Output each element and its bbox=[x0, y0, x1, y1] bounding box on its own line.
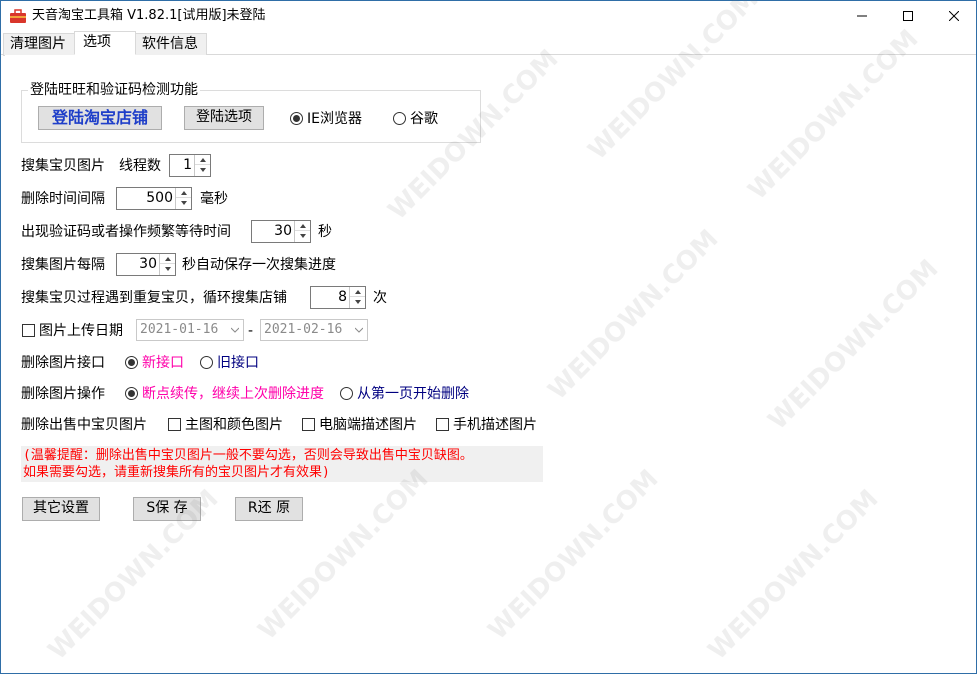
captcha-wait-stepper[interactable]: 30 bbox=[251, 220, 311, 243]
old-api-radio[interactable] bbox=[200, 356, 213, 369]
stepper-up-icon[interactable] bbox=[350, 287, 365, 297]
autosave-suffix-label: 秒自动保存一次搜集进度 bbox=[182, 257, 336, 273]
new-api-radio[interactable] bbox=[125, 356, 138, 369]
toolbox-icon bbox=[10, 9, 26, 23]
close-icon bbox=[949, 11, 959, 21]
tab-clean-images[interactable]: 清理图片 bbox=[3, 33, 75, 56]
maximize-icon bbox=[903, 11, 913, 21]
new-api-label[interactable]: 新接口 bbox=[142, 354, 184, 372]
date-from-value[interactable]: 2021-01-16 bbox=[140, 322, 218, 337]
pc-description-label[interactable]: 电脑端描述图片 bbox=[319, 416, 417, 434]
mobile-description-label[interactable]: 手机描述图片 bbox=[453, 416, 537, 434]
delete-from-first-radio[interactable] bbox=[340, 387, 353, 400]
delete-from-first-label[interactable]: 从第一页开始删除 bbox=[357, 385, 469, 403]
maximize-button[interactable] bbox=[885, 1, 931, 31]
stepper-up-icon[interactable] bbox=[295, 221, 310, 231]
threads-stepper[interactable]: 1 bbox=[169, 154, 211, 177]
chevron-down-icon[interactable] bbox=[231, 326, 239, 334]
captcha-wait-unit: 秒 bbox=[318, 224, 332, 240]
duplicate-loop-stepper[interactable]: 8 bbox=[310, 286, 366, 309]
tab-software-info[interactable]: 软件信息 bbox=[135, 33, 207, 56]
date-to-value[interactable]: 2021-02-16 bbox=[264, 322, 342, 337]
other-settings-button[interactable]: 其它设置 bbox=[22, 497, 100, 521]
old-api-label[interactable]: 旧接口 bbox=[217, 354, 259, 372]
delete-api-label: 删除图片接口 bbox=[21, 355, 105, 371]
delete-interval-unit: 毫秒 bbox=[200, 191, 228, 207]
date-separator: - bbox=[248, 323, 254, 339]
pc-description-checkbox[interactable] bbox=[302, 418, 315, 431]
tip-line-1: (温馨提醒：删除出售中宝贝图片一般不要勾选，否则会导致出售中宝贝缺图。 bbox=[23, 448, 473, 463]
stepper-down-icon[interactable] bbox=[160, 264, 175, 274]
autosave-stepper[interactable]: 30 bbox=[116, 253, 176, 276]
stepper-down-icon[interactable] bbox=[295, 231, 310, 241]
app-window: 天音淘宝工具箱 V1.82.1[试用版]未登陆 清理图片 选项 软件信息 登陆旺… bbox=[0, 0, 977, 674]
captcha-wait-label: 出现验证码或者操作频繁等待时间 bbox=[21, 224, 231, 240]
login-shop-button[interactable]: 登陆淘宝店铺 bbox=[38, 106, 162, 130]
login-options-button[interactable]: 登陆选项 bbox=[184, 106, 264, 130]
stepper-up-icon[interactable] bbox=[160, 254, 175, 264]
delete-op-label: 删除图片操作 bbox=[21, 386, 105, 402]
collect-images-label: 搜集宝贝图片 bbox=[21, 158, 105, 174]
options-panel: 登陆旺旺和验证码检测功能 登陆淘宝店铺 登陆选项 IE浏览器 谷歌 搜集宝贝图片… bbox=[5, 55, 974, 672]
ie-browser-label[interactable]: IE浏览器 bbox=[307, 110, 362, 128]
duplicate-loop-label: 搜集宝贝过程遇到重复宝贝，循环搜集店铺 bbox=[21, 290, 287, 306]
chevron-down-icon[interactable] bbox=[355, 326, 363, 334]
threads-label: 线程数 bbox=[119, 158, 161, 174]
duplicate-loop-unit: 次 bbox=[373, 290, 387, 306]
autosave-prefix-label: 搜集图片每隔 bbox=[21, 257, 105, 273]
close-button[interactable] bbox=[931, 1, 977, 31]
stepper-down-icon[interactable] bbox=[176, 198, 191, 208]
main-color-images-checkbox[interactable] bbox=[168, 418, 181, 431]
login-group-title: 登陆旺旺和验证码检测功能 bbox=[28, 81, 200, 99]
stepper-up-icon[interactable] bbox=[176, 188, 191, 198]
tip-line-2: 如果需要勾选，请重新搜集所有的宝贝图片才有效果) bbox=[23, 465, 330, 480]
ie-browser-radio[interactable] bbox=[290, 112, 303, 125]
window-title: 天音淘宝工具箱 V1.82.1[试用版]未登陆 bbox=[32, 8, 266, 23]
chrome-label[interactable]: 谷歌 bbox=[410, 110, 438, 128]
title-bar[interactable]: 天音淘宝工具箱 V1.82.1[试用版]未登陆 bbox=[1, 1, 976, 31]
save-button[interactable]: S保 存 bbox=[133, 497, 201, 521]
resume-delete-radio[interactable] bbox=[125, 387, 138, 400]
chrome-radio[interactable] bbox=[393, 112, 406, 125]
upload-date-label[interactable]: 图片上传日期 bbox=[39, 322, 123, 340]
minimize-button[interactable] bbox=[839, 1, 885, 31]
stepper-up-icon[interactable] bbox=[195, 155, 210, 165]
threads-value[interactable]: 1 bbox=[183, 157, 192, 174]
autosave-value[interactable]: 30 bbox=[139, 256, 157, 273]
date-from-picker[interactable]: 2021-01-16 bbox=[136, 319, 244, 341]
restore-button[interactable]: R还 原 bbox=[235, 497, 303, 521]
delete-interval-stepper[interactable]: 500 bbox=[116, 187, 192, 210]
delete-interval-value[interactable]: 500 bbox=[146, 190, 173, 207]
minimize-icon bbox=[857, 15, 867, 17]
tab-options[interactable]: 选项 bbox=[74, 31, 136, 55]
duplicate-loop-value[interactable]: 8 bbox=[338, 289, 347, 306]
stepper-down-icon[interactable] bbox=[350, 297, 365, 307]
delete-sold-label: 删除出售中宝贝图片 bbox=[21, 417, 147, 433]
upload-date-checkbox[interactable] bbox=[22, 324, 35, 337]
delete-interval-label: 删除时间间隔 bbox=[21, 191, 105, 207]
mobile-description-checkbox[interactable] bbox=[436, 418, 449, 431]
warning-tip: (温馨提醒：删除出售中宝贝图片一般不要勾选，否则会导致出售中宝贝缺图。 如果需要… bbox=[21, 446, 543, 482]
resume-delete-label[interactable]: 断点续传，继续上次删除进度 bbox=[142, 385, 324, 403]
main-color-images-label[interactable]: 主图和颜色图片 bbox=[185, 416, 283, 434]
stepper-down-icon[interactable] bbox=[195, 165, 210, 175]
captcha-wait-value[interactable]: 30 bbox=[274, 223, 292, 240]
date-to-picker[interactable]: 2021-02-16 bbox=[260, 319, 368, 341]
